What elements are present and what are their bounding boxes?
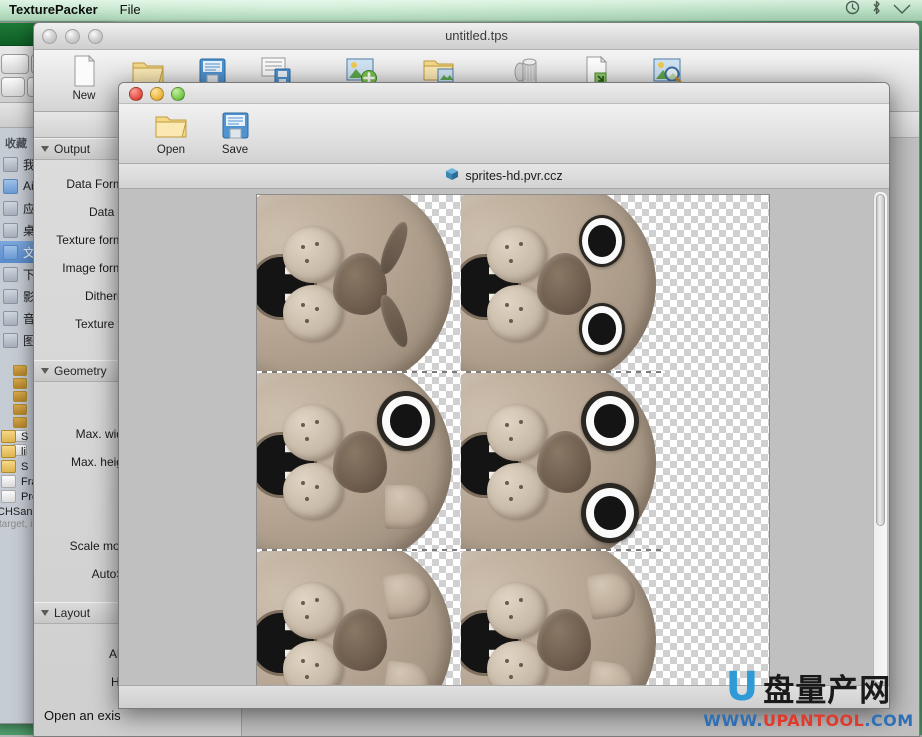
finder-view-button-1[interactable] (1, 54, 29, 74)
movies-icon (3, 288, 18, 304)
folder-icon (13, 378, 27, 389)
new-document-icon (66, 54, 102, 88)
child-open-button[interactable]: Open (139, 104, 203, 156)
watermark-logo-row: U 盘量产网 (726, 665, 891, 710)
watermark-brand: 盘量产网 (763, 672, 892, 709)
zoom-button[interactable] (171, 87, 185, 101)
sprite-frame[interactable] (461, 195, 665, 373)
list-item-label: S (21, 460, 29, 473)
child-traffic-lights[interactable] (129, 87, 185, 101)
child-save-label: Save (221, 144, 249, 156)
applications-icon (3, 200, 18, 216)
group-title: Output (54, 142, 91, 156)
airdrop-icon (3, 178, 18, 194)
save-floppy-icon (217, 108, 253, 142)
main-titlebar[interactable]: untitled.tps (34, 23, 919, 50)
folder-icon (13, 391, 27, 402)
watermark-logo-letter: U (725, 664, 759, 710)
child-canvas[interactable] (119, 189, 889, 685)
watermark-url-main: UPANTOOL (763, 710, 865, 730)
menu-item-file[interactable]: File (109, 0, 152, 20)
watermark-url-prefix: WWW. (703, 710, 764, 730)
window-title: untitled.tps (445, 28, 508, 43)
child-file-tabbar[interactable]: sprites-hd.pvr.ccz (119, 164, 889, 189)
menu-app-name[interactable]: TexturePacker (0, 0, 109, 20)
sprite-frame[interactable] (257, 551, 461, 685)
list-item-label: li (21, 445, 26, 458)
child-open-label: Open (156, 144, 186, 156)
group-title: Layout (54, 606, 91, 620)
menubar-status-items[interactable] (845, 0, 922, 20)
traffic-lights[interactable] (42, 29, 103, 44)
child-file-tab-label: sprites-hd.pvr.ccz (465, 169, 563, 183)
home-icon (3, 156, 18, 172)
scrollbar-thumb[interactable] (876, 194, 885, 526)
downloads-icon (3, 266, 18, 282)
chevron-down-icon (41, 146, 49, 152)
watermark-url: WWW.UPANTOOL.COM (703, 711, 913, 730)
music-icon (3, 310, 18, 326)
chevron-down-icon (41, 610, 49, 616)
wifi-icon[interactable] (893, 0, 911, 20)
watermark-url-suffix: .COM (864, 710, 914, 730)
canvas-vertical-scrollbar[interactable] (873, 192, 887, 682)
finder-back-button[interactable] (1, 77, 25, 97)
status-tooltip: Open an exis (44, 708, 121, 723)
sprite-frame[interactable] (257, 373, 461, 551)
chevron-down-icon (41, 368, 49, 374)
folder-icon (1, 460, 16, 473)
sprite-frame[interactable] (461, 373, 665, 551)
minimize-button[interactable] (65, 29, 80, 44)
folder-icon (1, 445, 16, 458)
sprite-sheet[interactable] (256, 194, 770, 685)
folder-icon (13, 365, 27, 376)
new-button-label: New (72, 90, 96, 102)
menu-bar[interactable]: TexturePacker File (0, 0, 922, 21)
close-button[interactable] (42, 29, 57, 44)
file-icon (1, 490, 16, 503)
file-icon (1, 475, 16, 488)
close-button[interactable] (129, 87, 143, 101)
cube-icon (445, 167, 459, 186)
child-save-button[interactable]: Save (203, 104, 267, 156)
group-title: Geometry (54, 364, 107, 378)
child-toolbar[interactable]: Open Save (119, 104, 889, 164)
sprite-frame[interactable] (257, 195, 461, 373)
pictures-icon (3, 332, 18, 348)
minimize-button[interactable] (150, 87, 164, 101)
documents-icon (3, 244, 18, 260)
list-item-label: S (21, 430, 29, 443)
sprite-frame[interactable] (461, 551, 665, 685)
child-titlebar[interactable] (119, 83, 889, 104)
bluetooth-icon[interactable] (871, 0, 882, 20)
folder-icon (1, 430, 16, 443)
watermark: U 盘量产网 WWW.UPANTOOL.COM (701, 664, 916, 730)
zoom-button[interactable] (88, 29, 103, 44)
folder-icon (13, 417, 27, 428)
desktop-icon (3, 222, 18, 238)
folder-icon (13, 404, 27, 415)
sprite-preview-window[interactable]: Open Save sprites-hd.pvr.ccz (118, 82, 890, 709)
open-folder-icon (153, 108, 189, 142)
new-button[interactable]: New (52, 50, 116, 102)
clock-icon[interactable] (845, 0, 860, 20)
